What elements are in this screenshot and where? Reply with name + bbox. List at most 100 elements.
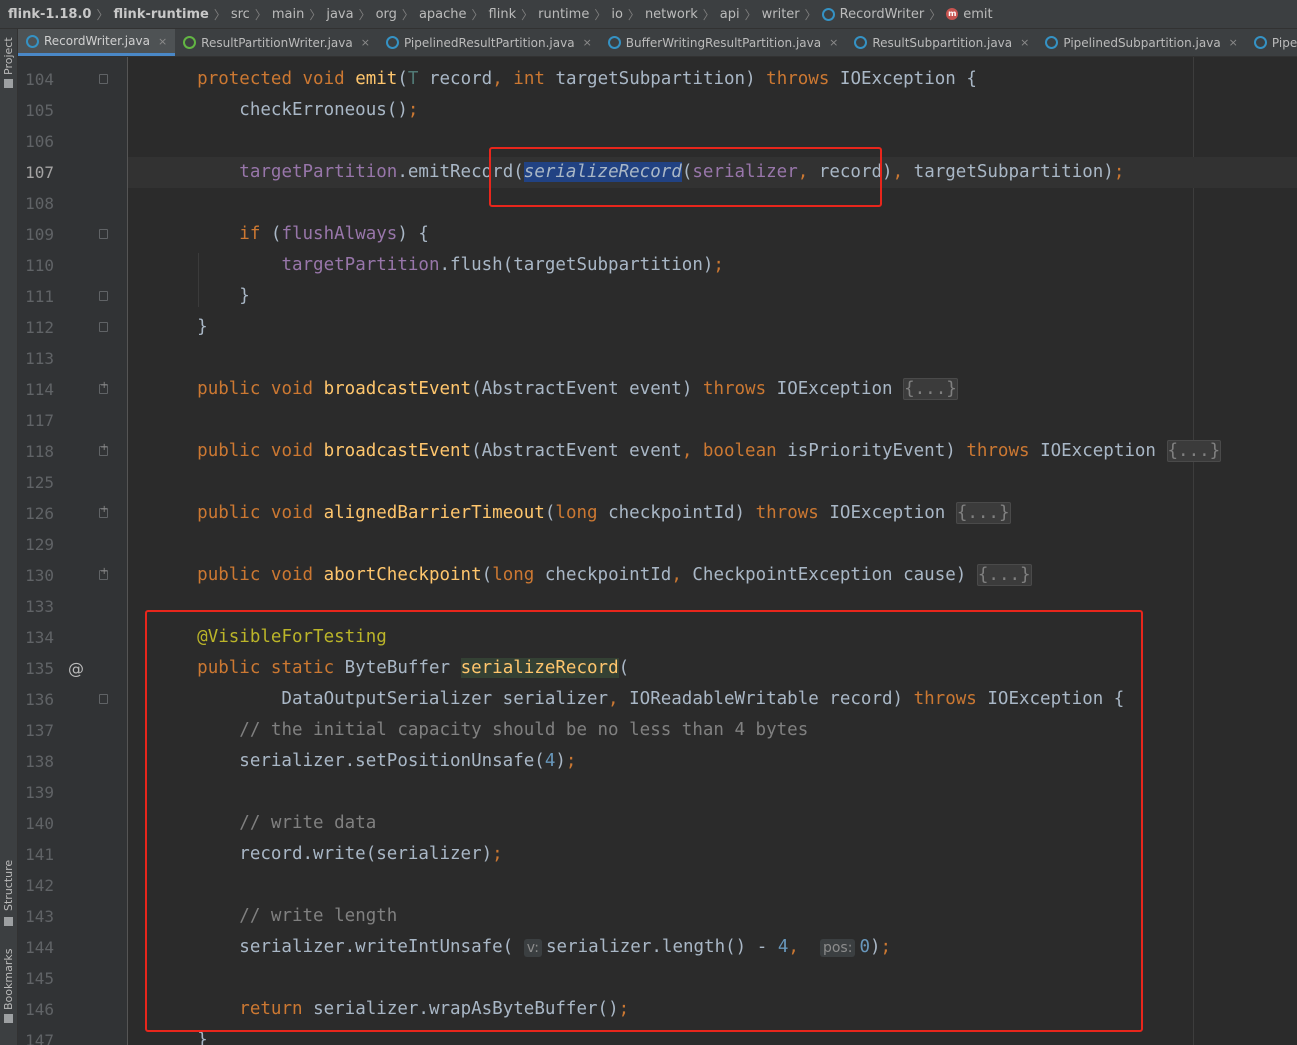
editor-tab[interactable]: PipelinedSubpartition.java × — [1037, 29, 1246, 56]
line-number[interactable]: 105 — [18, 95, 54, 126]
usages-gutter-icon[interactable]: @ — [68, 653, 84, 684]
code-text[interactable]: if (flushAlways) { — [155, 219, 429, 250]
line-number[interactable]: 133 — [18, 591, 54, 622]
code-text[interactable]: } — [155, 281, 250, 312]
line-number[interactable]: 134 — [18, 622, 54, 653]
line-number[interactable]: 113 — [18, 343, 54, 374]
breadcrumb-item[interactable]: flink — [489, 7, 517, 22]
code-text[interactable]: serializer.writeIntUnsafe( v: serializer.… — [155, 932, 891, 964]
breadcrumb-item[interactable]: flink-runtime — [113, 7, 208, 22]
expand-fold-icon[interactable] — [99, 442, 108, 456]
line-number[interactable]: 107 — [18, 157, 54, 188]
line-number[interactable]: 109 — [18, 219, 54, 250]
line-number[interactable]: 126 — [18, 498, 54, 529]
line-number[interactable]: 104 — [18, 64, 54, 95]
line-number[interactable]: 145 — [18, 963, 54, 994]
line-number[interactable]: 106 — [18, 126, 54, 157]
bookmarks-tool-tab[interactable]: Bookmarks — [0, 944, 18, 1029]
code-text[interactable]: // the initial capacity should be no les… — [155, 715, 808, 746]
editor-tab[interactable]: ResultSubpartition.java × — [846, 29, 1037, 56]
code-text[interactable]: targetPartition.flush(targetSubpartition… — [155, 250, 724, 281]
line-number[interactable]: 111 — [18, 281, 54, 312]
class-icon — [854, 36, 868, 49]
code-text[interactable]: public void broadcastEvent(AbstractEvent… — [155, 436, 1222, 467]
breadcrumb-item[interactable]: io — [611, 7, 623, 22]
collapse-fold-icon[interactable] — [99, 74, 108, 84]
collapse-fold-icon[interactable] — [99, 322, 108, 332]
breadcrumb-item[interactable]: writer — [762, 7, 800, 22]
breadcrumb-separator-icon: 〉 — [594, 7, 607, 22]
line-number[interactable]: 110 — [18, 250, 54, 281]
code-text[interactable]: public void abortCheckpoint(long checkpo… — [155, 560, 1032, 591]
breadcrumb-item[interactable]: api — [720, 7, 740, 22]
line-number[interactable]: 141 — [18, 839, 54, 870]
line-number[interactable]: 135 — [18, 653, 54, 684]
breadcrumb-item[interactable]: apache — [419, 7, 467, 22]
line-number[interactable]: 144 — [18, 932, 54, 963]
editor-tab[interactable]: ResultPartitionWriter.java × — [175, 29, 378, 56]
close-tab-icon[interactable]: × — [1020, 36, 1029, 49]
line-number[interactable]: 108 — [18, 188, 54, 219]
structure-tool-label: Structure — [2, 859, 15, 911]
breadcrumb-item[interactable]: m emit — [946, 6, 993, 22]
code-text[interactable]: } — [155, 1025, 208, 1045]
code-text[interactable]: serializer.setPositionUnsafe(4); — [155, 746, 576, 777]
line-number[interactable]: 140 — [18, 808, 54, 839]
breadcrumb-label: emit — [963, 6, 993, 22]
line-number[interactable]: 117 — [18, 405, 54, 436]
code-text[interactable]: public static ByteBuffer serializeRecord… — [155, 653, 629, 684]
breadcrumb-item[interactable]: org — [376, 7, 397, 22]
editor-tab[interactable]: BufferWritingResultPartition.java × — [600, 29, 847, 56]
breadcrumb-item[interactable]: RecordWriter — [821, 7, 924, 22]
code-text[interactable]: targetPartition.emitRecord(serializeReco… — [155, 157, 1124, 188]
code-text[interactable]: @VisibleForTesting — [155, 622, 387, 653]
collapse-fold-icon[interactable] — [99, 694, 108, 704]
line-number[interactable]: 125 — [18, 467, 54, 498]
expand-fold-icon[interactable] — [99, 380, 108, 394]
code-text[interactable]: checkErroneous(); — [155, 95, 418, 126]
line-number[interactable]: 129 — [18, 529, 54, 560]
breadcrumb-item[interactable]: runtime — [538, 7, 589, 22]
breadcrumb-item[interactable]: flink-1.18.0 — [8, 7, 91, 22]
code-text[interactable]: // write data — [155, 808, 376, 839]
code-text[interactable]: } — [155, 312, 208, 343]
line-number[interactable]: 138 — [18, 746, 54, 777]
line-number[interactable]: 143 — [18, 901, 54, 932]
line-number[interactable]: 130 — [18, 560, 54, 591]
editor-tab[interactable]: PipelinedSubpartitionView — [1246, 29, 1297, 56]
structure-tool-tab[interactable]: Structure — [0, 851, 18, 931]
line-number[interactable]: 112 — [18, 312, 54, 343]
close-tab-icon[interactable]: × — [583, 36, 592, 49]
code-text[interactable]: public void alignedBarrierTimeout(long c… — [155, 498, 1011, 529]
editor-tab[interactable]: RecordWriter.java × — [18, 29, 176, 56]
close-tab-icon[interactable]: × — [829, 36, 838, 49]
editor-tab[interactable]: PipelinedResultPartition.java × — [378, 29, 600, 56]
code-text[interactable]: return serializer.wrapAsByteBuffer(); — [155, 994, 629, 1025]
breadcrumb-item[interactable]: java — [326, 7, 353, 22]
line-number[interactable]: 137 — [18, 715, 54, 746]
project-tool-tab[interactable]: Project — [0, 29, 18, 91]
expand-fold-icon[interactable] — [99, 566, 108, 580]
close-tab-icon[interactable]: × — [361, 36, 370, 49]
line-number[interactable]: 147 — [18, 1025, 54, 1045]
close-tab-icon[interactable]: × — [158, 35, 167, 48]
line-number[interactable]: 114 — [18, 374, 54, 405]
code-text[interactable]: // write length — [155, 901, 397, 932]
line-number[interactable]: 136 — [18, 684, 54, 715]
code-editor[interactable]: 104 protected void emit(T record, int ta… — [18, 57, 1297, 1045]
breadcrumb-item[interactable]: main — [272, 7, 304, 22]
breadcrumb-item[interactable]: src — [231, 7, 250, 22]
expand-fold-icon[interactable] — [99, 504, 108, 518]
breadcrumb-item[interactable]: network — [645, 7, 698, 22]
collapse-fold-icon[interactable] — [99, 229, 108, 239]
line-number[interactable]: 139 — [18, 777, 54, 808]
close-tab-icon[interactable]: × — [1229, 36, 1238, 49]
line-number[interactable]: 146 — [18, 994, 54, 1025]
line-number[interactable]: 118 — [18, 436, 54, 467]
line-number[interactable]: 142 — [18, 870, 54, 901]
code-text[interactable]: record.write(serializer); — [155, 839, 502, 870]
code-text[interactable]: DataOutputSerializer serializer, IOReada… — [155, 684, 1124, 715]
code-text[interactable]: protected void emit(T record, int target… — [155, 64, 977, 95]
collapse-fold-icon[interactable] — [99, 291, 108, 301]
code-text[interactable]: public void broadcastEvent(AbstractEvent… — [155, 374, 958, 405]
